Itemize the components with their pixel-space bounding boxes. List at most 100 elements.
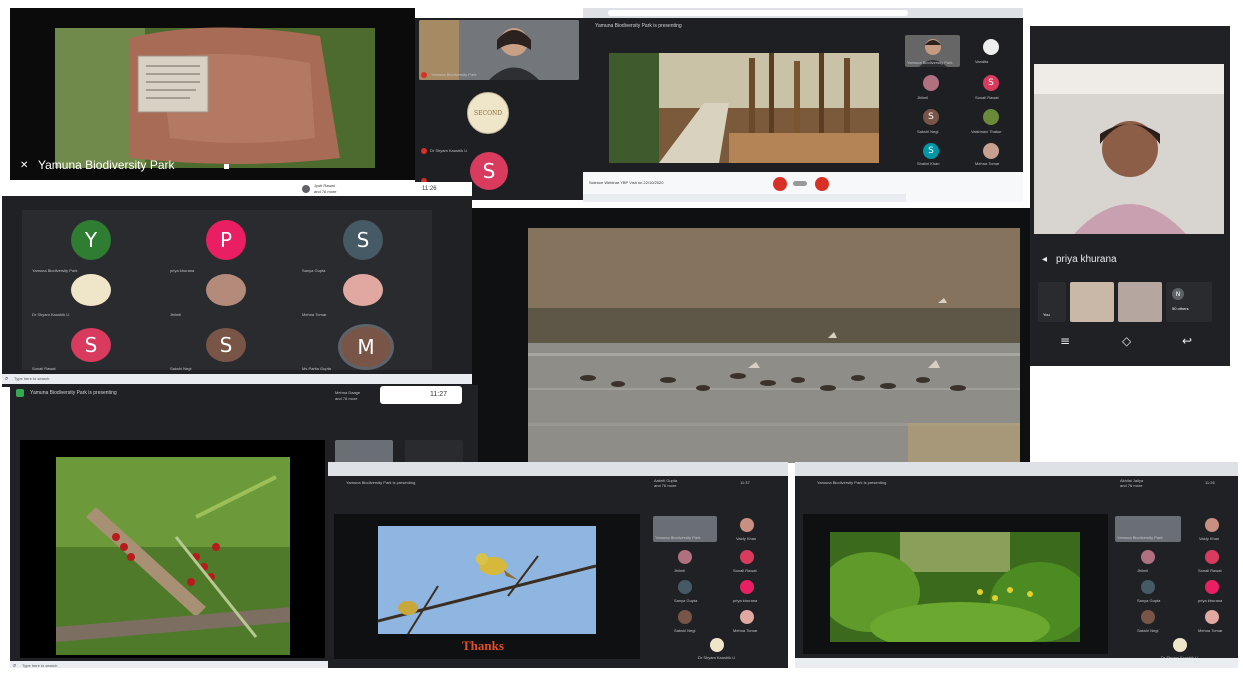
tile-label: Vandita <box>975 59 989 64</box>
grid-avatar[interactable]: M <box>338 324 394 370</box>
presenting-label: Yamuna Biodiversity Park is presenting <box>595 23 682 29</box>
you-tile[interactable]: You <box>1038 282 1066 322</box>
participant-avatar[interactable] <box>740 518 754 532</box>
taskbar <box>795 658 1238 668</box>
participant-avatar[interactable] <box>1141 580 1155 594</box>
tile-label: Vaishnavi Thakur <box>971 129 1002 134</box>
participant-avatar[interactable]: S <box>923 109 939 125</box>
participant-avatar[interactable] <box>678 550 692 564</box>
tile-label: Mehna Tomar <box>975 161 1000 166</box>
tile-label: Jhilmil <box>1137 568 1149 573</box>
photo-avatar[interactable] <box>343 274 383 306</box>
participant-avatar[interactable] <box>678 580 692 594</box>
participant-avatar[interactable] <box>1205 580 1219 594</box>
search-icon[interactable]: ⌕ <box>13 662 16 668</box>
participant-avatar[interactable] <box>983 143 999 159</box>
participant-avatar[interactable]: S <box>923 143 939 159</box>
taskbar-search[interactable]: Type here to search <box>22 663 57 668</box>
participant-avatar[interactable] <box>678 610 692 624</box>
others-label: 50 others <box>1172 306 1189 311</box>
clock: 11:26 <box>1205 480 1215 485</box>
grid-label: Dr Shyam Kaushik U <box>32 312 70 317</box>
panel-lake <box>472 208 1030 463</box>
participant-avatar[interactable]: S <box>983 75 999 91</box>
grid-avatar[interactable]: S <box>343 220 383 260</box>
browser-bar <box>328 462 788 476</box>
mic-button[interactable] <box>773 177 787 191</box>
participant-avatar[interactable] <box>1205 610 1219 624</box>
red-seeds-photo <box>56 457 290 655</box>
host-name: Jyoti Rawat <box>314 183 335 188</box>
panel-bamboo-presenting: Yamuna Biodiversity Park is presenting Y… <box>583 8 1023 180</box>
you-label: You <box>1043 312 1050 317</box>
clock: 11:26 <box>422 186 437 192</box>
participant-avatar[interactable] <box>923 75 939 91</box>
mic-icon <box>421 72 427 78</box>
participant-avatar[interactable] <box>740 580 754 594</box>
participant-avatar[interactable] <box>1205 550 1219 564</box>
grid-label: Sakshi Negi <box>170 366 192 371</box>
grid-label: Jhilmil <box>170 312 182 317</box>
participant-tile[interactable]: Yamuna Biodiversity Park <box>653 516 717 542</box>
participant-thumb[interactable] <box>1118 282 1162 322</box>
participant-thumb[interactable] <box>1070 282 1114 322</box>
clock: 11:37 <box>740 480 750 485</box>
grid-label: Sonali Rawat <box>32 366 56 371</box>
host-sub: and 76 more <box>654 483 677 488</box>
participant-avatar[interactable] <box>983 109 999 125</box>
audio-level-icon: ◂ <box>1042 254 1048 265</box>
yellow-bird-photo <box>378 526 596 634</box>
panel-participant-grid: Jyoti Rawat and 76 more 11:26 Y P S Yamu… <box>2 182 472 387</box>
menu-icon[interactable]: ≡ <box>1060 334 1070 348</box>
grid-avatar[interactable]: S <box>206 328 246 362</box>
grid-avatar[interactable]: Y <box>71 220 111 260</box>
grid-avatar[interactable]: S <box>71 328 111 362</box>
host-avatar <box>302 185 310 193</box>
participant-tile[interactable]: Yamuna Biodiversity Park <box>419 20 579 80</box>
tile-label: Yamuna Biodiversity Park <box>1117 535 1163 540</box>
tab-title: Science Webinar YBP Visit on 22/10/2020 <box>589 180 664 185</box>
participant-avatar[interactable] <box>1173 638 1187 652</box>
grid-label: Sanya Gupta <box>302 268 326 273</box>
logo-avatar[interactable] <box>71 274 111 306</box>
tile-label: priya khurana <box>733 598 758 603</box>
panel3-controls: Science Webinar YBP Visit on 22/10/2020 <box>583 172 1023 202</box>
grid-label: Mehna Tomar <box>302 312 327 317</box>
camera-button[interactable] <box>815 177 829 191</box>
grid-avatar[interactable]: P <box>206 220 246 260</box>
participant-label: Dr Shyam Kaushik U <box>430 148 468 153</box>
search-icon[interactable]: ⌕ <box>5 375 8 383</box>
participant-avatar[interactable] <box>710 638 724 652</box>
meet-topbar: Yamuna Biodiversity Park is presenting M… <box>10 385 478 407</box>
participant-tile[interactable]: Yamuna Biodiversity Park <box>1115 516 1181 542</box>
participant-avatar[interactable] <box>740 550 754 564</box>
tile-label: Sonali Rawat <box>733 568 757 573</box>
participant-tile[interactable]: Yamuna Biodiversity Park <box>905 35 960 67</box>
forest-photo <box>830 532 1080 642</box>
host-sub: and 76 more <box>314 189 337 194</box>
home-icon[interactable]: ◇ <box>1122 334 1131 348</box>
tile-label: Jhilmil <box>674 568 686 573</box>
end-call-button[interactable] <box>793 181 807 186</box>
participant-avatar[interactable]: S <box>470 152 508 190</box>
participant-avatar[interactable] <box>1141 610 1155 624</box>
participant-avatar[interactable] <box>1141 550 1155 564</box>
participant-avatar[interactable] <box>983 39 999 55</box>
presenting-label: Yamuna Biodiversity Park is presenting <box>30 390 117 396</box>
tile-label: Sanya Gupta <box>674 598 698 603</box>
photo-avatar[interactable] <box>206 274 246 306</box>
participant-avatar[interactable] <box>1205 518 1219 532</box>
others-avatar: N <box>1172 288 1184 300</box>
selection-handle <box>224 164 229 169</box>
others-tile[interactable]: N 50 others <box>1166 282 1212 322</box>
participant-avatar[interactable] <box>740 610 754 624</box>
participant-video <box>419 20 579 80</box>
presenting-icon <box>16 389 24 397</box>
tile-label: Yamuna Biodiversity Park <box>655 535 701 540</box>
bamboo-path-photo <box>609 53 879 163</box>
address-bar[interactable] <box>608 10 908 16</box>
logo-avatar: SECOND <box>467 92 509 134</box>
taskbar-search[interactable]: Type here to search <box>14 376 49 381</box>
self-name: priya khurana <box>1056 254 1117 265</box>
back-icon[interactable]: ↩ <box>1182 334 1192 348</box>
